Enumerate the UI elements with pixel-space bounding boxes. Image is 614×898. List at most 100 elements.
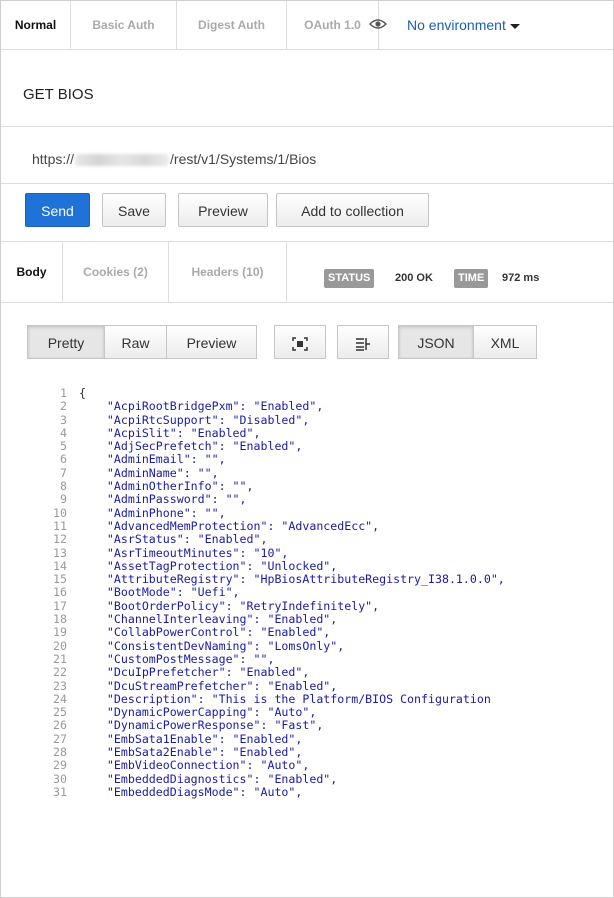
code-line: 25 "DynamicPowerCapping": "Auto", <box>27 705 613 720</box>
add-to-collection-button[interactable]: Add to collection <box>276 193 429 227</box>
line-number: 16 <box>53 585 67 600</box>
line-number: 29 <box>53 758 67 773</box>
tab-body[interactable]: Body <box>1 242 63 302</box>
line-number: 8 <box>60 479 67 494</box>
line-number: 5 <box>60 439 67 454</box>
code-line: 12 "AsrStatus": "Enabled", <box>27 532 613 547</box>
url-prefix: https:// <box>32 151 75 167</box>
line-number: 30 <box>53 771 67 786</box>
code-line: 26 "DynamicPowerResponse": "Fast", <box>27 719 613 733</box>
status-badge: STATUS <box>324 269 375 288</box>
code-line: 18 "ChannelInterleaving": "Enabled", <box>27 612 613 627</box>
preview-view-button[interactable]: Preview <box>166 325 257 359</box>
code-line: 11 "AdvancedMemProtection": "AdvancedEcc… <box>27 518 613 533</box>
code-line: 21 "CustomPostMessage": "", <box>27 651 613 666</box>
code-line: 5 "AdjSecPrefetch": "Enabled", <box>27 439 613 454</box>
response-tabs: Body Cookies (2) Headers (10) STATUS 200… <box>1 241 613 303</box>
code-text: "EmbSata1Enable": "Enabled", <box>79 731 303 746</box>
code-line: 9 "AdminPassword": "", <box>27 493 613 507</box>
code-line: 14 "AssetTagProtection": "Unlocked", <box>27 558 613 573</box>
code-line: 28 "EmbSata2Enable": "Enabled", <box>27 745 613 760</box>
line-number: 4 <box>60 425 67 440</box>
code-text: "CustomPostMessage": "", <box>79 651 275 666</box>
code-line: 24 "Description": "This is the Platform/… <box>27 691 613 706</box>
postman-window: Normal Basic Auth Digest Auth OAuth 1.0 … <box>0 0 614 898</box>
code-text: "BootOrderPolicy": "RetryIndefinitely", <box>79 598 380 613</box>
code-text: "DcuStreamPrefetcher": "Enabled", <box>79 678 338 693</box>
redacted-host <box>75 154 170 167</box>
auth-tabs: Normal Basic Auth Digest Auth OAuth 1.0 … <box>1 1 613 50</box>
line-number: 13 <box>53 545 67 560</box>
line-number: 2 <box>60 399 67 414</box>
pretty-button[interactable]: Pretty <box>27 325 105 359</box>
json-button[interactable]: JSON <box>398 325 474 359</box>
code-line: 29 "EmbVideoConnection": "Auto", <box>27 758 613 773</box>
line-number: 15 <box>53 572 67 587</box>
url-input[interactable]: https:// /rest/v1/Systems/1/Bios <box>32 151 316 167</box>
environment-label: No environment <box>407 17 506 33</box>
code-text: "DynamicPowerCapping": "Auto", <box>79 705 317 720</box>
tab-digest-auth[interactable]: Digest Auth <box>177 1 287 49</box>
chevron-down-icon <box>509 23 520 29</box>
tab-basic-auth[interactable]: Basic Auth <box>71 1 177 49</box>
tab-cookies[interactable]: Cookies (2) <box>63 242 169 302</box>
code-text: "Description": "This is the Platform/BIO… <box>79 691 491 706</box>
code-text: "AdminPhone": "", <box>79 505 226 520</box>
response-body[interactable]: 1{2 "AcpiRootBridgePxm": "Enabled", 3 "Ac… <box>27 387 613 897</box>
save-button[interactable]: Save <box>102 193 166 227</box>
code-text: "AcpiRtcSupport": "Disabled", <box>79 412 310 427</box>
line-number: 14 <box>53 558 67 573</box>
time-value: 972 ms <box>502 272 540 284</box>
line-number: 17 <box>53 598 67 613</box>
line-number: 21 <box>53 651 67 666</box>
environment-selector[interactable]: No environment <box>369 1 520 49</box>
code-line: 13 "AsrTimeoutMinutes": "10", <box>27 545 613 560</box>
code-line: 10 "AdminPhone": "", <box>27 505 613 520</box>
code-text: "AdminOtherInfo": "", <box>79 479 254 494</box>
code-text: "AdminName": "", <box>79 465 219 480</box>
raw-button[interactable]: Raw <box>104 325 167 359</box>
code-text: "DcuIpPrefetcher": "Enabled", <box>79 665 310 680</box>
tab-headers[interactable]: Headers (10) <box>169 242 287 302</box>
send-button[interactable]: Send <box>25 193 90 227</box>
line-number: 25 <box>53 705 67 720</box>
request-title-row: GET BIOS <box>1 50 613 127</box>
fullscreen-button[interactable] <box>274 325 326 359</box>
code-line: 1{ <box>27 387 613 400</box>
line-number: 19 <box>53 625 67 640</box>
url-path: /rest/v1/Systems/1/Bios <box>170 151 317 167</box>
wrap-lines-button[interactable] <box>337 325 389 359</box>
line-number: 7 <box>60 465 67 480</box>
code-text: "AsrStatus": "Enabled", <box>79 532 268 547</box>
code-text: "AdjSecPrefetch": "Enabled", <box>79 439 303 454</box>
line-number: 23 <box>53 678 67 693</box>
line-number: 27 <box>53 731 67 746</box>
request-title[interactable]: GET BIOS <box>23 86 94 103</box>
code-text: "AcpiSlit": "Enabled", <box>79 425 261 440</box>
xml-button[interactable]: XML <box>473 325 537 359</box>
code-line: 19 "CollabPowerControl": "Enabled", <box>27 625 613 640</box>
line-number: 18 <box>53 612 67 627</box>
line-number: 28 <box>53 745 67 760</box>
code-line: 8 "AdminOtherInfo": "", <box>27 479 613 494</box>
tab-normal[interactable]: Normal <box>1 1 71 49</box>
code-line: 30 "EmbeddedDiagnostics": "Enabled", <box>27 771 613 786</box>
code-text: "AssetTagProtection": "Unlocked", <box>79 558 338 573</box>
code-text: { <box>79 387 86 400</box>
tab-oauth[interactable]: OAuth 1.0 <box>287 1 379 49</box>
preview-button[interactable]: Preview <box>178 193 268 227</box>
code-line: 2 "AcpiRootBridgePxm": "Enabled", <box>27 399 613 414</box>
code-text: "AcpiRootBridgePxm": "Enabled", <box>79 399 324 414</box>
code-line: 7 "AdminName": "", <box>27 465 613 480</box>
code-text: "BootMode": "Uefi", <box>79 585 240 600</box>
line-number: 22 <box>53 665 67 680</box>
line-number: 12 <box>53 532 67 547</box>
code-text: "AdminEmail": "", <box>79 452 226 467</box>
line-number: 1 <box>60 387 67 400</box>
time-badge: TIME <box>454 269 489 288</box>
code-line: 27 "EmbSata1Enable": "Enabled", <box>27 731 613 746</box>
code-text: "EmbeddedDiagnostics": "Enabled", <box>79 771 338 786</box>
code-text: "AsrTimeoutMinutes": "10", <box>79 545 289 560</box>
code-text: "EmbSata2Enable": "Enabled", <box>79 745 303 760</box>
code-text: "AdvancedMemProtection": "AdvancedEcc", <box>79 518 380 533</box>
